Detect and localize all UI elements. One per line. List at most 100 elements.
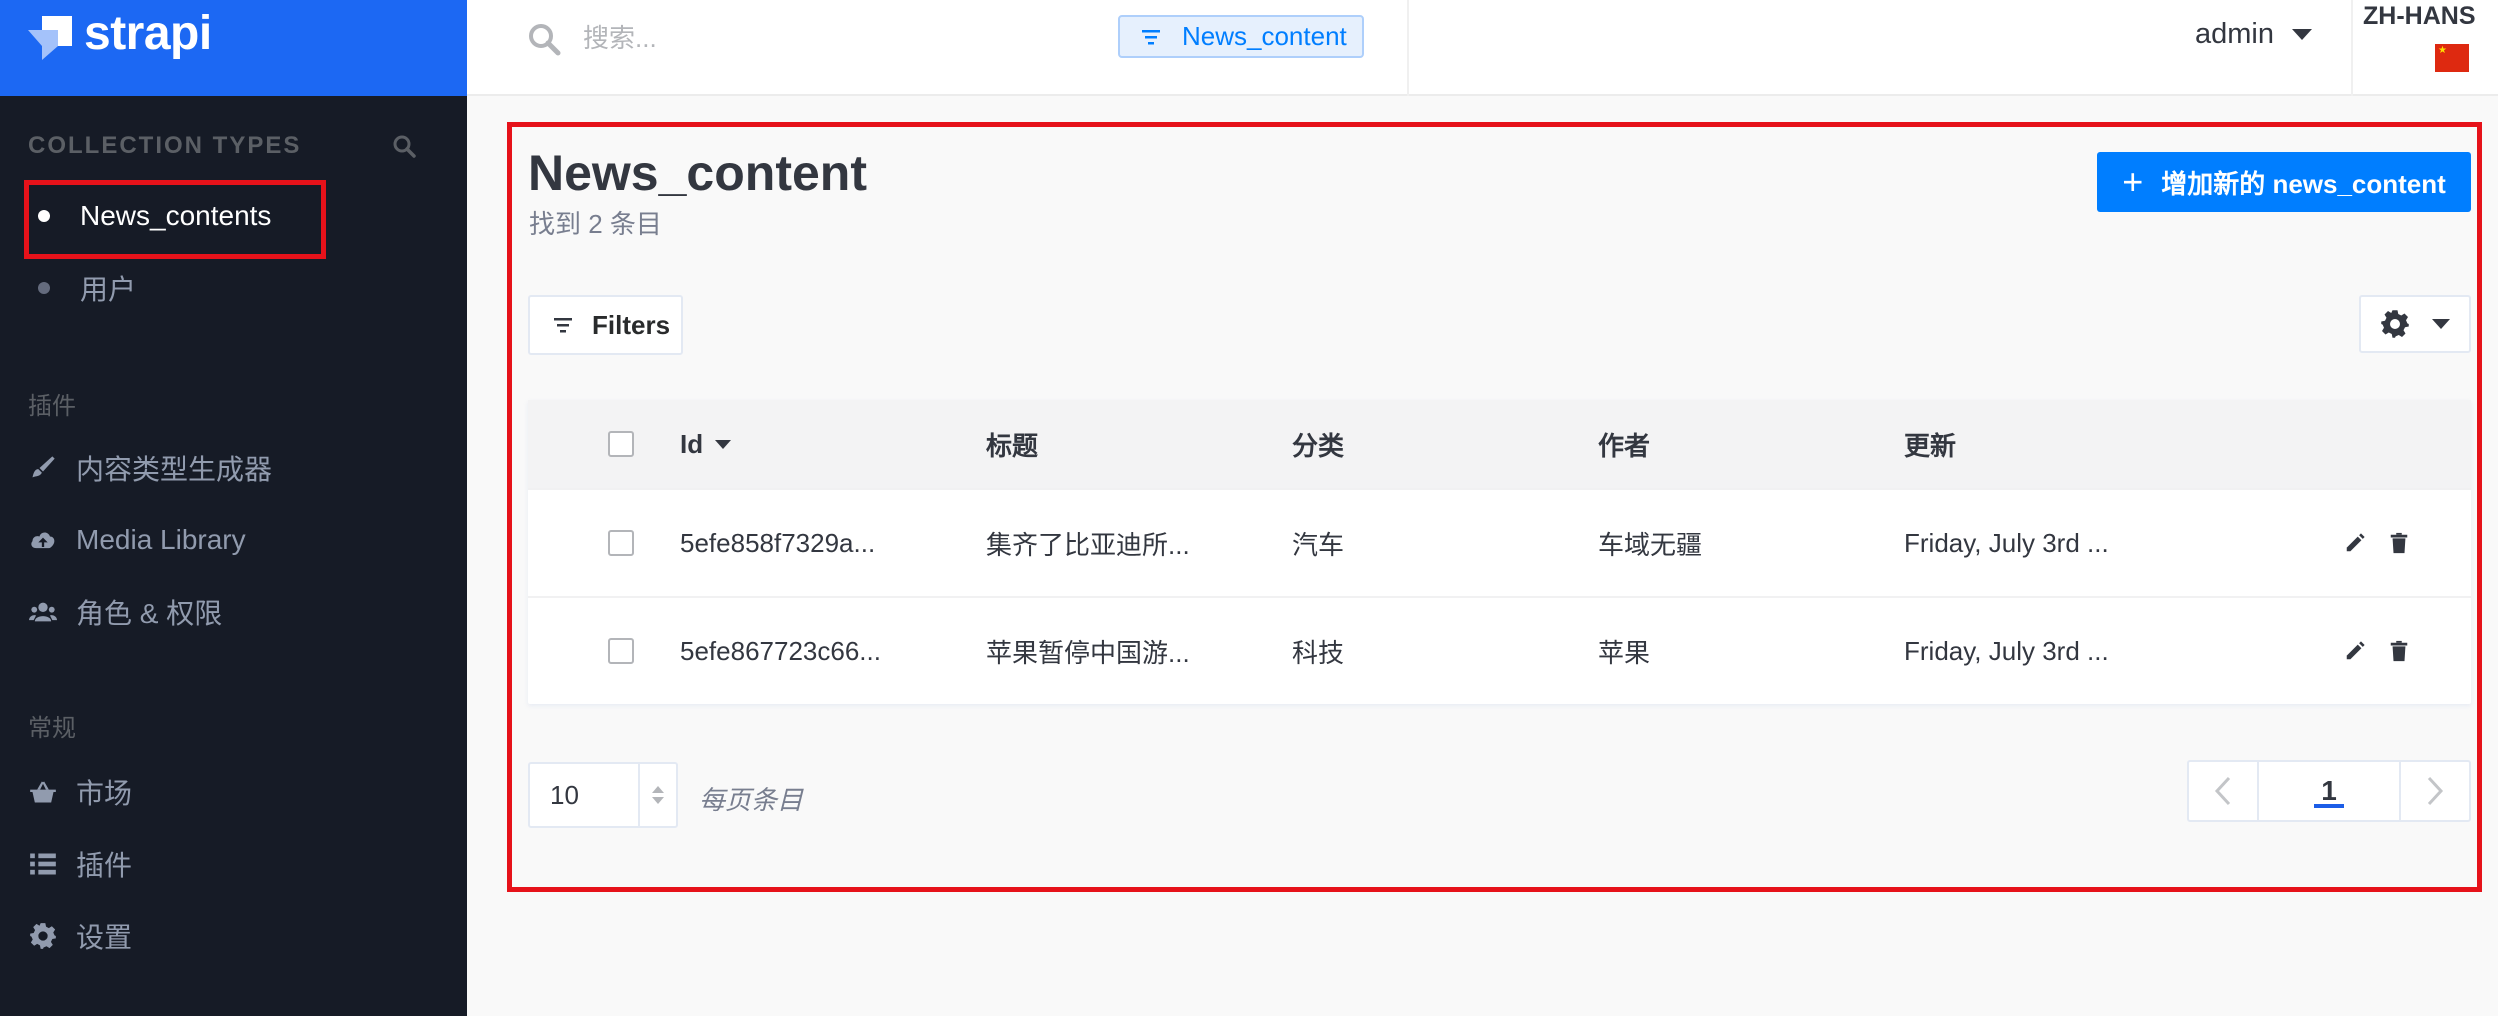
select-all-cell	[608, 400, 634, 488]
sidebar-item-label: 插件	[76, 850, 133, 881]
column-header-id[interactable]: Id	[680, 400, 732, 488]
search-input[interactable]	[583, 18, 1023, 58]
filter-icon	[1142, 29, 1160, 44]
chevron-right-icon	[2427, 776, 2444, 806]
per-page-select[interactable]: 10	[528, 762, 678, 828]
cell-category: 汽车	[1292, 529, 1345, 560]
filters-label: Filters	[592, 309, 671, 340]
row-actions	[2340, 598, 2414, 704]
pagination: 1	[2187, 760, 2471, 822]
filters-button[interactable]: Filters	[528, 295, 683, 355]
entry-count: 找到 2 条目	[529, 209, 662, 239]
search-icon	[529, 24, 561, 56]
header-divider	[1407, 0, 1409, 96]
page-number-label: 1	[2321, 775, 2337, 806]
users-icon	[28, 597, 58, 627]
column-header-title[interactable]: 标题	[986, 400, 1038, 488]
row-select-cell	[608, 598, 634, 704]
general-heading: 常规	[28, 715, 76, 742]
sidebar-item-plugins[interactable]: 插件	[28, 836, 132, 892]
chevron-down-icon	[2292, 29, 2312, 40]
chevron-left-icon	[2214, 776, 2231, 806]
cell-author: 苹果	[1598, 637, 1651, 668]
table-row[interactable]: 5efe858f7329a... 集齐了比亚迪所... 汽车 车域无疆 Frid…	[528, 488, 2471, 596]
flag-star-icon: ★	[2438, 45, 2447, 56]
sidebar-item-settings[interactable]: 设置	[28, 908, 132, 964]
bullet-icon	[38, 282, 50, 294]
user-menu[interactable]: admin	[2195, 18, 2312, 51]
sidebar: strapi COLLECTION TYPES News_contents 用户…	[0, 0, 467, 1016]
bullet-icon	[38, 210, 50, 222]
sidebar-item-content-type-builder[interactable]: 内容类型生成器	[28, 440, 272, 496]
plus-icon: +	[2122, 161, 2144, 202]
main-content: News_content 找到 2 条目 + 增加新的 news_content…	[467, 96, 2498, 1016]
column-header-author[interactable]: 作者	[1598, 400, 1650, 488]
per-page-label: 每页条目	[699, 785, 804, 815]
entries-table: Id 标题 分类 作者 更新 5efe858f7329a... 集齐了比亚迪所.…	[528, 400, 2471, 704]
cell-title: 集齐了比亚迪所...	[986, 529, 1190, 560]
column-header-category[interactable]: 分类	[1292, 400, 1344, 488]
cell-title: 苹果暂停中国游...	[986, 637, 1190, 668]
cell-category: 科技	[1292, 637, 1345, 668]
next-page-button[interactable]	[2399, 762, 2469, 820]
collection-types-heading: COLLECTION TYPES	[28, 132, 302, 159]
sidebar-item-roles-permissions[interactable]: 角色 & 权限	[28, 584, 222, 640]
list-settings-button[interactable]	[2359, 295, 2471, 353]
plugins-heading: 插件	[28, 393, 76, 420]
delete-trash-icon[interactable]	[2384, 636, 2414, 666]
cell-author: 车域无疆	[1598, 529, 1703, 560]
cell-updated: Friday, July 3rd ...	[1904, 527, 2109, 558]
top-bar: News_content admin ZH-HANS ★	[467, 0, 2498, 96]
sidebar-item-label: 内容类型生成器	[76, 454, 273, 485]
row-checkbox[interactable]	[608, 530, 634, 556]
sort-down-icon	[715, 439, 732, 449]
cell-id: 5efe867723c66...	[680, 635, 881, 666]
brand-bar[interactable]: strapi	[0, 0, 467, 96]
header-divider	[2351, 0, 2353, 96]
page-title: News_content	[528, 145, 867, 201]
brush-icon	[28, 453, 58, 483]
row-select-cell	[608, 490, 634, 596]
content-type-filter-chip[interactable]: News_content	[1118, 15, 1364, 58]
filter-icon	[554, 318, 572, 333]
row-checkbox[interactable]	[608, 638, 634, 664]
sidebar-item-label: 设置	[76, 922, 133, 953]
sidebar-item-label: News_contents	[80, 200, 272, 231]
basket-icon	[28, 777, 58, 807]
sidebar-item-media-library[interactable]: Media Library	[28, 512, 246, 568]
china-flag-icon[interactable]: ★	[2435, 44, 2469, 72]
sidebar-item-news-contents[interactable]: News_contents	[28, 188, 271, 244]
current-page-indicator	[2314, 804, 2344, 808]
gear-icon	[2381, 310, 2409, 338]
table-row[interactable]: 5efe867723c66... 苹果暂停中国游... 科技 苹果 Friday…	[528, 596, 2471, 704]
cell-id: 5efe858f7329a...	[680, 527, 876, 558]
list-icon	[28, 849, 58, 879]
page-number-current[interactable]: 1	[2259, 762, 2399, 820]
edit-pencil-icon[interactable]	[2340, 528, 2370, 558]
row-actions	[2340, 490, 2414, 596]
previous-page-button[interactable]	[2189, 762, 2259, 820]
sidebar-item-label: 市场	[76, 778, 133, 809]
chevron-down-icon	[2432, 319, 2450, 329]
user-name: admin	[2195, 18, 2274, 50]
strapi-logo-icon	[28, 16, 72, 60]
per-page-value: 10	[550, 779, 579, 810]
table-header: Id 标题 分类 作者 更新	[528, 400, 2471, 488]
sidebar-item-label: 用户	[80, 274, 137, 305]
edit-pencil-icon[interactable]	[2340, 636, 2370, 666]
cloud-upload-icon	[28, 525, 58, 555]
add-button-label: 增加新的 news_content	[2161, 168, 2446, 199]
sidebar-item-users[interactable]: 用户	[28, 260, 136, 316]
sidebar-search-icon[interactable]	[392, 134, 416, 158]
filter-chip-label: News_content	[1182, 21, 1347, 51]
sidebar-item-marketplace[interactable]: 市场	[28, 764, 132, 820]
gear-icon	[28, 921, 58, 951]
delete-trash-icon[interactable]	[2384, 528, 2414, 558]
add-new-entry-button[interactable]: + 增加新的 news_content	[2097, 152, 2471, 212]
column-header-updated[interactable]: 更新	[1904, 400, 1956, 488]
column-label: Id	[680, 428, 704, 459]
select-all-checkbox[interactable]	[608, 431, 634, 457]
sidebar-item-label: 角色 & 权限	[76, 598, 223, 629]
language-switcher[interactable]: ZH-HANS	[2363, 2, 2476, 31]
cell-updated: Friday, July 3rd ...	[1904, 635, 2109, 666]
